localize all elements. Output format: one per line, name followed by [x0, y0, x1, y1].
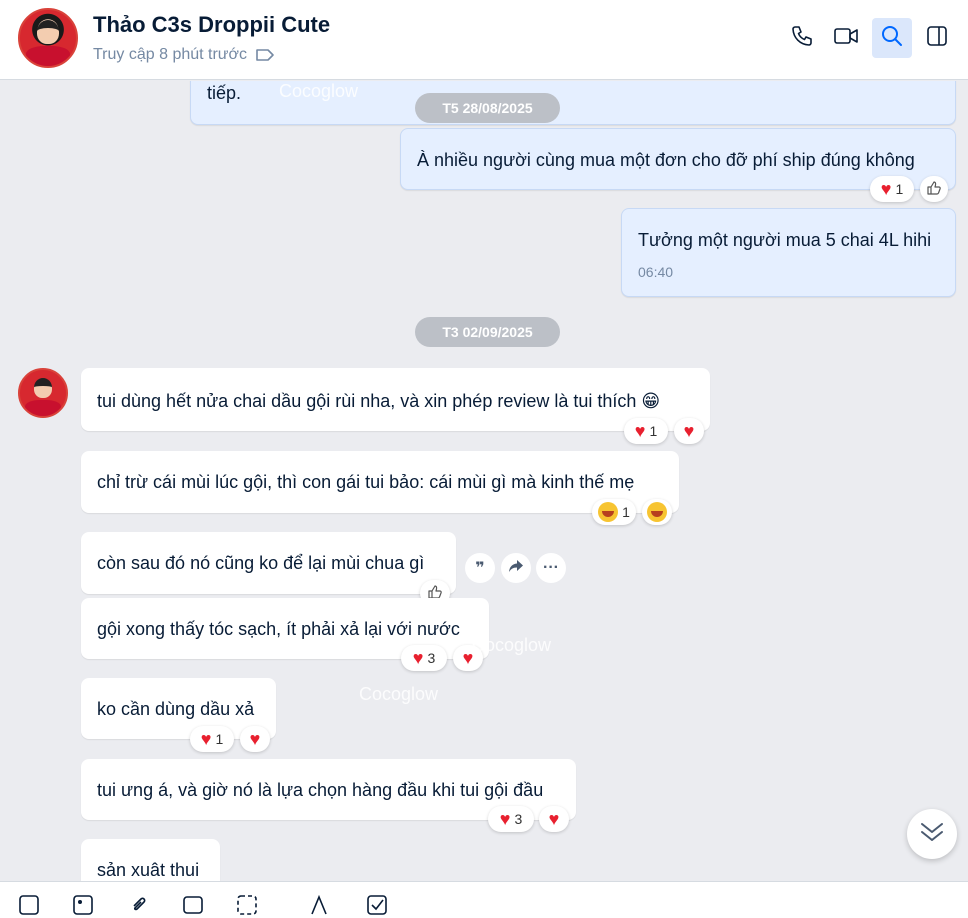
- contact-status: Truy cập 8 phút trước: [93, 46, 275, 64]
- avatar-face: [33, 378, 53, 398]
- reaction-summary[interactable]: ♥ 3: [488, 806, 534, 832]
- message-text: gội xong thấy tóc sạch, ít phải xả lại v…: [97, 619, 460, 639]
- more-icon: ···: [543, 559, 559, 576]
- forward-button[interactable]: [501, 553, 531, 583]
- reaction-count: 3: [514, 811, 523, 827]
- heart-icon: ♥: [683, 421, 695, 441]
- contact-avatar-small[interactable]: [18, 368, 68, 418]
- heart-icon: ♥: [412, 648, 424, 668]
- date-separator: T3 02/09/2025: [415, 317, 560, 347]
- last-seen-text: Truy cập 8 phút trước: [93, 46, 247, 63]
- avatar-shirt: [25, 46, 71, 66]
- laugh-icon: [598, 502, 619, 522]
- sticker-icon[interactable]: [18, 894, 40, 916]
- message-list[interactable]: tiếp. Cocoglow T5 28/08/2025 À nhiều ngư…: [0, 81, 968, 881]
- watermark: Cocoglow: [359, 684, 439, 704]
- more-options-button[interactable]: ···: [536, 553, 566, 583]
- phone-icon: [790, 24, 814, 53]
- message-bubble-incoming[interactable]: còn sau đó nó cũng ko để lại mùi chua gì: [81, 532, 456, 594]
- message-bubble-incoming[interactable]: sản xuât thui: [81, 839, 220, 881]
- video-icon: [833, 24, 859, 53]
- heart-icon: ♥: [880, 179, 892, 199]
- date-separator: T5 28/08/2025: [415, 93, 560, 123]
- heart-icon: ♥: [634, 421, 646, 441]
- task-icon[interactable]: [366, 894, 388, 916]
- heart-icon: ♥: [548, 809, 560, 829]
- reaction-summary[interactable]: 1: [592, 499, 636, 525]
- reaction-summary[interactable]: ♥ 1: [190, 726, 234, 752]
- message-text: chỉ trừ cái mùi lúc gội, thì con gái tui…: [97, 472, 635, 492]
- message-text: sản xuât thui: [97, 860, 200, 880]
- heart-reaction-button[interactable]: ♥: [240, 726, 270, 752]
- reaction-summary[interactable]: ♥ 1: [624, 418, 668, 444]
- text-format-icon[interactable]: [308, 894, 330, 916]
- video-call-button[interactable]: [826, 18, 866, 58]
- tag-icon[interactable]: [255, 48, 275, 62]
- message-bubble-outgoing[interactable]: tiếp.: [190, 81, 956, 125]
- laugh-reaction-button[interactable]: [642, 499, 672, 525]
- attachment-icon[interactable]: [128, 894, 150, 916]
- avatar-shirt: [24, 399, 62, 416]
- message-text: tiếp.: [207, 83, 242, 103]
- message-text: À nhiều người cùng mua một đơn cho đỡ ph…: [417, 150, 915, 170]
- reply-button[interactable]: ❞: [465, 553, 495, 583]
- laugh-icon: [647, 502, 667, 522]
- reaction-count: 1: [622, 504, 630, 520]
- message-text: tui ưng á, và giờ nó là lựa chọn hàng đầ…: [97, 780, 544, 800]
- avatar-face: [36, 20, 60, 44]
- message-text: Tưởng một người mua 5 chai 4L hihi: [638, 230, 932, 250]
- heart-icon: ♥: [249, 729, 261, 749]
- message-text: còn sau đó nó cũng ko để lại mùi chua gì: [97, 553, 425, 573]
- forward-icon: [508, 559, 524, 578]
- heart-reaction-button[interactable]: ♥: [453, 645, 483, 671]
- heart-icon: ♥: [499, 809, 511, 829]
- contact-name[interactable]: Thảo C3s Droppii Cute: [93, 12, 330, 38]
- search-button[interactable]: [872, 18, 912, 58]
- contact-avatar[interactable]: [18, 8, 78, 68]
- call-button[interactable]: [782, 18, 822, 58]
- reaction-count: 3: [427, 650, 436, 666]
- like-button[interactable]: [920, 176, 948, 202]
- conversation-info-button[interactable]: [917, 18, 957, 58]
- chevron-down-icon: [919, 820, 945, 849]
- message-time: 06:40: [638, 264, 674, 280]
- heart-icon: ♥: [462, 648, 474, 668]
- reaction-summary[interactable]: ♥ 1: [870, 176, 914, 202]
- like-icon: [926, 180, 942, 199]
- sidebar-toggle-icon: [925, 24, 949, 53]
- image-icon[interactable]: [72, 894, 94, 916]
- composer-toolbar: [0, 881, 968, 918]
- message-text: ko cần dùng dầu xả: [97, 699, 255, 719]
- contact-card-icon[interactable]: [236, 894, 258, 916]
- heart-reaction-button[interactable]: ♥: [674, 418, 704, 444]
- quote-icon: ❞: [475, 560, 485, 577]
- message-bubble-incoming[interactable]: tui dùng hết nửa chai dầu gội rùi nha, v…: [81, 368, 710, 431]
- search-icon: [880, 24, 904, 53]
- reaction-summary[interactable]: ♥ 3: [401, 645, 447, 671]
- message-bubble-incoming[interactable]: chỉ trừ cái mùi lúc gội, thì con gái tui…: [81, 451, 679, 513]
- heart-reaction-button[interactable]: ♥: [539, 806, 569, 832]
- reaction-count: 1: [895, 181, 904, 197]
- chat-header: Thảo C3s Droppii Cute Truy cập 8 phút tr…: [0, 0, 968, 80]
- scroll-to-bottom-button[interactable]: [907, 809, 957, 859]
- message-bubble-outgoing[interactable]: Tưởng một người mua 5 chai 4L hihi 06:40: [621, 208, 956, 297]
- reaction-count: 1: [649, 423, 658, 439]
- reaction-count: 1: [215, 731, 224, 747]
- message-text: tui dùng hết nửa chai dầu gội rùi nha, v…: [97, 391, 661, 411]
- screenshot-icon[interactable]: [182, 894, 204, 916]
- heart-icon: ♥: [200, 729, 212, 749]
